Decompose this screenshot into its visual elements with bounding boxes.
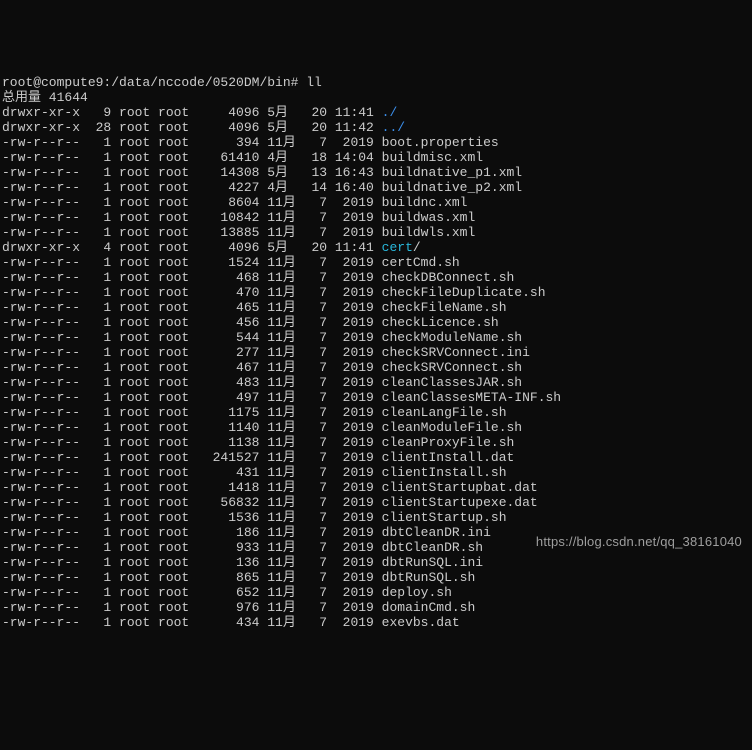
file-name: dbtRunSQL.sh	[382, 570, 476, 585]
listing-row: -rw-r--r-- 1 root root 497 11月 7 2019 cl…	[2, 390, 750, 405]
file-name: exevbs.dat	[382, 615, 460, 630]
listing-row: -rw-r--r-- 1 root root 1524 11月 7 2019 c…	[2, 255, 750, 270]
listing-row: -rw-r--r-- 1 root root 241527 11月 7 2019…	[2, 450, 750, 465]
listing-row: drwxr-xr-x 4 root root 4096 5月 20 11:41 …	[2, 240, 750, 255]
terminal-output[interactable]: root@compute9:/data/nccode/0520DM/bin# l…	[0, 60, 752, 645]
listing-row: -rw-r--r-- 1 root root 4227 4月 14 16:40 …	[2, 180, 750, 195]
listing-row: -rw-r--r-- 1 root root 467 11月 7 2019 ch…	[2, 360, 750, 375]
file-listing: drwxr-xr-x 9 root root 4096 5月 20 11:41 …	[2, 105, 750, 630]
command-prompt: root@compute9:/data/nccode/0520DM/bin# l…	[2, 75, 322, 90]
file-name: clientStartupexe.dat	[382, 495, 538, 510]
file-name: clientInstall.sh	[382, 465, 507, 480]
file-name: ../	[382, 120, 405, 135]
listing-row: -rw-r--r-- 1 root root 434 11月 7 2019 ex…	[2, 615, 750, 630]
listing-row: -rw-r--r-- 1 root root 468 11月 7 2019 ch…	[2, 270, 750, 285]
listing-row: -rw-r--r-- 1 root root 465 11月 7 2019 ch…	[2, 300, 750, 315]
listing-row: drwxr-xr-x 9 root root 4096 5月 20 11:41 …	[2, 105, 750, 120]
listing-row: drwxr-xr-x 28 root root 4096 5月 20 11:42…	[2, 120, 750, 135]
file-name: checkFileName.sh	[382, 300, 507, 315]
listing-row: -rw-r--r-- 1 root root 14308 5月 13 16:43…	[2, 165, 750, 180]
file-name: clientStartupbat.dat	[382, 480, 538, 495]
total-line: 总用量 41644	[2, 90, 88, 105]
listing-row: -rw-r--r-- 1 root root 394 11月 7 2019 bo…	[2, 135, 750, 150]
file-name: dbtCleanDR.ini	[382, 525, 491, 540]
listing-row: -rw-r--r-- 1 root root 1138 11月 7 2019 c…	[2, 435, 750, 450]
listing-row: -rw-r--r-- 1 root root 277 11月 7 2019 ch…	[2, 345, 750, 360]
file-name: checkModuleName.sh	[382, 330, 522, 345]
listing-row: -rw-r--r-- 1 root root 431 11月 7 2019 cl…	[2, 465, 750, 480]
listing-row: -rw-r--r-- 1 root root 470 11月 7 2019 ch…	[2, 285, 750, 300]
watermark-text: https://blog.csdn.net/qq_38161040	[536, 534, 742, 549]
file-name: buildnative_p1.xml	[382, 165, 522, 180]
listing-row: -rw-r--r-- 1 root root 544 11月 7 2019 ch…	[2, 330, 750, 345]
file-name: clientStartup.sh	[382, 510, 507, 525]
file-name: ./	[382, 105, 398, 120]
file-name: buildmisc.xml	[382, 150, 483, 165]
listing-row: -rw-r--r-- 1 root root 1140 11月 7 2019 c…	[2, 420, 750, 435]
listing-row: -rw-r--r-- 1 root root 652 11月 7 2019 de…	[2, 585, 750, 600]
listing-row: -rw-r--r-- 1 root root 1536 11月 7 2019 c…	[2, 510, 750, 525]
listing-row: -rw-r--r-- 1 root root 61410 4月 18 14:04…	[2, 150, 750, 165]
listing-row: -rw-r--r-- 1 root root 456 11月 7 2019 ch…	[2, 315, 750, 330]
file-name: certCmd.sh	[382, 255, 460, 270]
file-name: dbtCleanDR.sh	[382, 540, 483, 555]
file-name: cleanLangFile.sh	[382, 405, 507, 420]
file-name: cleanClassesMETA-INF.sh	[382, 390, 561, 405]
file-name: checkLicence.sh	[382, 315, 499, 330]
file-name: buildnative_p2.xml	[382, 180, 522, 195]
file-name: checkDBConnect.sh	[382, 270, 515, 285]
file-name: dbtRunSQL.ini	[382, 555, 483, 570]
file-name: domainCmd.sh	[382, 600, 476, 615]
file-name: checkSRVConnect.sh	[382, 360, 522, 375]
file-name: boot.properties	[382, 135, 499, 150]
file-name: buildwas.xml	[382, 210, 476, 225]
listing-row: -rw-r--r-- 1 root root 1175 11月 7 2019 c…	[2, 405, 750, 420]
listing-row: -rw-r--r-- 1 root root 1418 11月 7 2019 c…	[2, 480, 750, 495]
file-name: clientInstall.dat	[382, 450, 515, 465]
file-name: checkSRVConnect.ini	[382, 345, 530, 360]
listing-row: -rw-r--r-- 1 root root 136 11月 7 2019 db…	[2, 555, 750, 570]
listing-row: -rw-r--r-- 1 root root 56832 11月 7 2019 …	[2, 495, 750, 510]
file-name: buildnc.xml	[382, 195, 468, 210]
file-name: cleanModuleFile.sh	[382, 420, 522, 435]
file-name: checkFileDuplicate.sh	[382, 285, 546, 300]
file-name: buildwls.xml	[382, 225, 476, 240]
file-name: cleanProxyFile.sh	[382, 435, 515, 450]
listing-row: -rw-r--r-- 1 root root 8604 11月 7 2019 b…	[2, 195, 750, 210]
listing-row: -rw-r--r-- 1 root root 865 11月 7 2019 db…	[2, 570, 750, 585]
listing-row: -rw-r--r-- 1 root root 13885 11月 7 2019 …	[2, 225, 750, 240]
file-name: cleanClassesJAR.sh	[382, 375, 522, 390]
listing-row: -rw-r--r-- 1 root root 483 11月 7 2019 cl…	[2, 375, 750, 390]
file-name: deploy.sh	[382, 585, 452, 600]
file-name: cert	[382, 240, 413, 255]
listing-row: -rw-r--r-- 1 root root 976 11月 7 2019 do…	[2, 600, 750, 615]
listing-row: -rw-r--r-- 1 root root 10842 11月 7 2019 …	[2, 210, 750, 225]
